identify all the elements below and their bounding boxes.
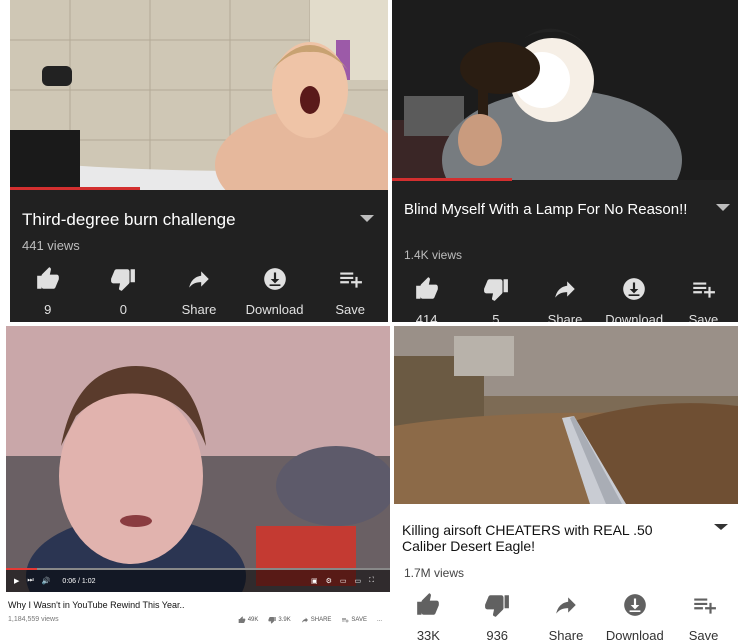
view-count: 441 views <box>22 238 80 253</box>
share-label: SHARE <box>310 617 332 623</box>
video-thumbnail[interactable] <box>392 0 738 180</box>
like-count: 9 <box>44 302 52 317</box>
save-button[interactable]: SAVE <box>341 616 367 624</box>
dislike-button[interactable]: 3.9K <box>268 616 291 624</box>
download-button[interactable]: Download <box>237 266 313 317</box>
download-icon <box>623 278 646 300</box>
share-icon <box>556 597 576 614</box>
video-info: Killing airsoft CHEATERS with REAL .50 C… <box>394 504 738 640</box>
video-info: Blind Myself With a Lamp For No Reason!!… <box>392 180 738 322</box>
save-playlist-icon <box>693 598 716 614</box>
captions-icon[interactable]: ▣ <box>311 577 318 585</box>
share-label: Share <box>547 312 583 322</box>
fullscreen-icon[interactable]: ⛶ <box>369 577 374 585</box>
download-icon <box>263 268 286 290</box>
video-panel-lamp: Blind Myself With a Lamp For No Reason!!… <box>392 0 738 322</box>
save-button[interactable]: Save <box>669 276 738 322</box>
dislike-button[interactable]: 0 <box>86 266 162 317</box>
save-playlist-icon <box>693 282 716 298</box>
play-icon[interactable]: ▶ <box>14 577 19 585</box>
thumbs-down-icon <box>268 617 277 624</box>
dislike-count: 936 <box>486 628 509 640</box>
download-label: Download <box>605 628 664 640</box>
more-icon: ... <box>376 617 382 623</box>
video-title: Why I Wasn't in YouTube Rewind This Year… <box>8 600 185 610</box>
dislike-count: 5 <box>492 312 500 322</box>
expand-description-icon[interactable] <box>716 204 730 211</box>
video-panel-youtube-rewind: ▶ ⏭ 🔊 0:06 / 1:02 ▣ ⚙ ▭ ▭ ⛶ Why I Wasn't… <box>6 326 390 640</box>
share-button[interactable]: SHARE <box>301 616 332 624</box>
action-bar: 49K 3.9K SHARE SAVE ... <box>238 616 382 624</box>
video-thumbnail[interactable] <box>394 326 738 504</box>
save-label: Save <box>335 302 365 317</box>
player-time: 0:06 / 1:02 <box>62 577 96 585</box>
share-label: Share <box>548 628 584 640</box>
video-panel-airsoft: Killing airsoft CHEATERS with REAL .50 C… <box>394 326 738 640</box>
save-button[interactable]: Save <box>669 592 738 640</box>
volume-icon[interactable]: 🔊 <box>42 577 51 585</box>
next-icon[interactable]: ⏭ <box>27 577 33 585</box>
download-icon <box>623 594 646 616</box>
view-count: 1.4K views <box>404 248 463 262</box>
video-title: Third-degree burn challenge <box>22 210 236 229</box>
share-button[interactable]: Share <box>161 266 237 317</box>
video-panel-burn-challenge: Third-degree burn challenge 441 views 9 … <box>10 0 388 322</box>
like-count: 49K <box>247 617 259 623</box>
like-button[interactable]: 33K <box>394 592 463 640</box>
video-thumbnail[interactable] <box>10 0 388 190</box>
video-player[interactable] <box>6 326 390 592</box>
theater-icon[interactable]: ▭ <box>354 577 361 585</box>
thumbs-up-icon <box>36 267 59 289</box>
like-count: 414 <box>415 312 438 322</box>
action-bar: 33K 936 Share Download Save <box>394 592 738 640</box>
view-count: 1,184,559 views <box>8 616 59 623</box>
view-count: 1.7M views <box>404 566 465 580</box>
save-label: Save <box>688 628 719 640</box>
like-button[interactable]: 49K <box>238 616 259 624</box>
settings-icon[interactable]: ⚙ <box>326 577 332 585</box>
download-label: Download <box>605 312 664 322</box>
video-info: Third-degree burn challenge 441 views 9 … <box>10 190 388 322</box>
like-button[interactable]: 9 <box>10 266 86 317</box>
share-button[interactable]: Share <box>532 592 601 640</box>
thumbs-up-icon <box>415 277 438 299</box>
dislike-button[interactable]: 5 <box>461 276 530 322</box>
download-button[interactable]: Download <box>600 276 669 322</box>
share-icon <box>555 281 575 298</box>
thumbs-down-icon <box>111 269 136 291</box>
save-label: SAVE <box>351 617 367 623</box>
thumbs-up-icon <box>238 616 246 623</box>
thumbs-down-icon <box>483 279 508 301</box>
video-title: Blind Myself With a Lamp For No Reason!! <box>404 201 688 218</box>
miniplayer-icon[interactable]: ▭ <box>340 577 347 585</box>
share-button[interactable]: Share <box>530 276 599 322</box>
dislike-button[interactable]: 936 <box>463 592 532 640</box>
share-icon <box>301 617 308 623</box>
more-button[interactable]: ... <box>377 617 382 623</box>
save-button[interactable]: Save <box>312 266 388 317</box>
like-button[interactable]: 414 <box>392 276 461 322</box>
expand-description-icon[interactable] <box>714 524 728 530</box>
dislike-count: 3.9K <box>278 617 291 623</box>
action-bar: 9 0 Share Download Save <box>10 266 388 317</box>
download-label: Download <box>245 302 304 317</box>
share-icon <box>189 271 209 288</box>
thumbs-down-icon <box>485 595 510 617</box>
save-playlist-icon <box>340 272 363 288</box>
video-info: Why I Wasn't in YouTube Rewind This Year… <box>6 592 390 640</box>
expand-description-icon[interactable] <box>360 215 374 222</box>
action-bar: 414 5 Share Download Save <box>392 276 738 322</box>
save-playlist-icon <box>342 618 350 623</box>
thumbs-up-icon <box>417 593 440 615</box>
save-label: Save <box>688 312 719 322</box>
video-title: Killing airsoft CHEATERS with REAL .50 C… <box>402 522 653 554</box>
player-controls: ▶ ⏭ 🔊 0:06 / 1:02 ▣ ⚙ ▭ ▭ ⛶ <box>6 570 390 592</box>
dislike-count: 0 <box>119 302 127 317</box>
download-button[interactable]: Download <box>600 592 669 640</box>
share-label: Share <box>181 302 217 317</box>
like-count: 33K <box>416 628 440 640</box>
